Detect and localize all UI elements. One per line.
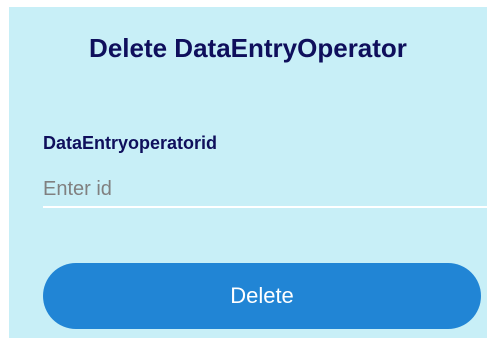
operator-id-label: DataEntryoperatorid <box>43 133 218 153</box>
delete-operator-form: Delete DataEntryOperator DataEntryoperat… <box>9 7 487 338</box>
operator-id-input[interactable] <box>43 172 487 208</box>
delete-button[interactable]: Delete <box>43 263 481 329</box>
form-title: Delete DataEntryOperator <box>89 33 407 63</box>
